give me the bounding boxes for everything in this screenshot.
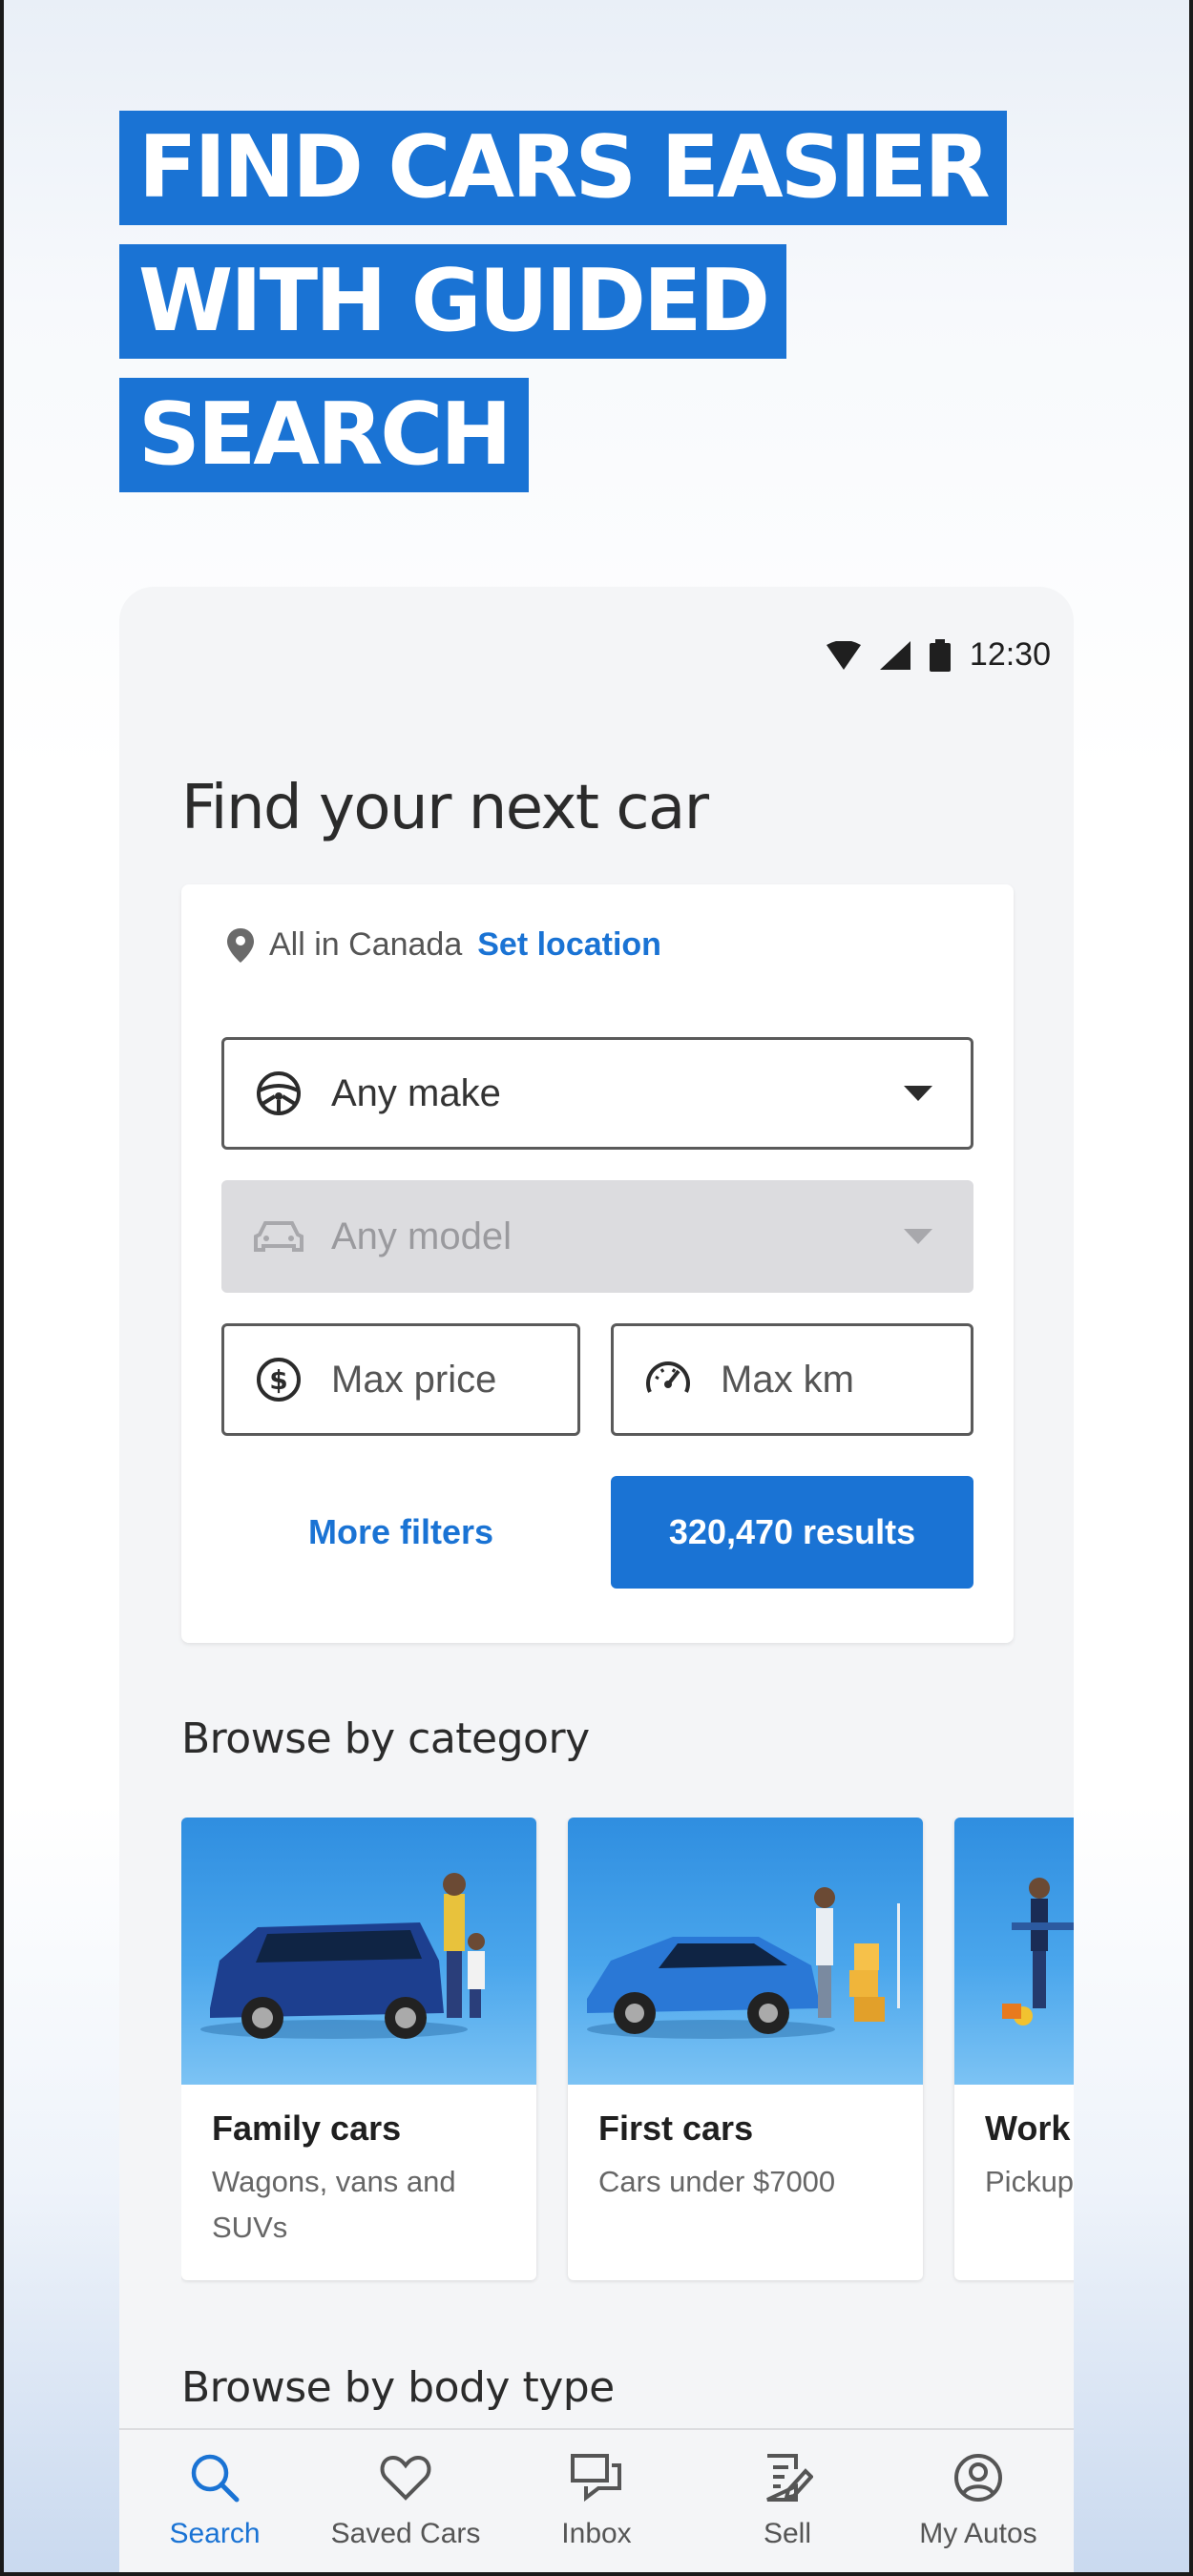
nav-label: Inbox [561,2518,632,2549]
nav-label: My Autos [919,2518,1037,2549]
max-price-field[interactable]: $ Max price [221,1323,580,1436]
edit-document-icon [759,2449,816,2506]
battery-icon [929,638,951,672]
location-text: All in Canada [269,926,463,963]
category-subtitle: Pickup [985,2165,1074,2198]
nav-my-autos[interactable]: My Autos [883,2430,1074,2576]
steering-wheel-icon [253,1068,304,1119]
dollar-icon: $ [253,1354,304,1405]
work-car-image [954,1818,1074,2085]
category-title: First cars [598,2109,754,2148]
category-card-family[interactable]: Family cars Wagons, vans and SUVs [181,1818,536,2280]
category-title: Work [985,2109,1071,2148]
make-value: Any make [331,1071,501,1114]
model-dropdown[interactable]: Any model [221,1180,973,1293]
nav-sell[interactable]: Sell [692,2430,883,2576]
category-subtitle: Cars under $7000 [598,2165,836,2198]
nav-inbox[interactable]: Inbox [501,2430,692,2576]
headline-line-1: FIND CARS EASIER [119,111,1007,225]
signal-icon [879,640,910,670]
browse-body-type-title: Browse by body type [181,2363,615,2412]
category-subtitle: Wagons, vans and SUVs [212,2165,456,2244]
nav-search[interactable]: Search [119,2430,310,2576]
svg-text:$: $ [269,1364,287,1396]
nav-label: Search [169,2518,261,2549]
headline-line-3: SEARCH [119,378,529,492]
wifi-icon [826,640,861,670]
max-price-placeholder: Max price [331,1358,497,1401]
max-km-field[interactable]: Max km [611,1323,973,1436]
nav-saved-cars[interactable]: Saved Cars [310,2430,501,2576]
browse-category-title: Browse by category [181,1714,590,1763]
category-card-first[interactable]: First cars Cars under $7000 [568,1818,923,2280]
make-dropdown[interactable]: Any make [221,1037,973,1150]
speedometer-icon [642,1354,694,1405]
more-filters-button[interactable]: More filters [221,1476,580,1589]
set-location-link[interactable]: Set location [477,926,661,964]
heart-icon [377,2449,434,2506]
family-car-image [181,1818,536,2085]
category-title: Family cars [212,2109,402,2148]
location-row: All in Canada Set location [227,926,661,964]
account-icon [950,2449,1007,2506]
chevron-down-icon [904,1086,932,1101]
chevron-down-icon [904,1229,932,1244]
max-km-placeholder: Max km [721,1358,854,1401]
category-card-work[interactable]: Work Pickup [954,1818,1074,2280]
promo-headline: FIND CARS EASIER WITH GUIDED SEARCH [119,111,1007,511]
nav-label: Saved Cars [330,2518,481,2549]
show-results-button[interactable]: 320,470 results [611,1476,973,1589]
status-bar: 12:30 [826,636,1051,674]
category-carousel[interactable]: Family cars Wagons, vans and SUVs First … [181,1818,1074,2285]
headline-line-2: WITH GUIDED [119,244,787,359]
first-car-image [568,1818,923,2085]
chat-icon [568,2449,625,2506]
page-title: Find your next car [181,773,709,843]
bottom-navigation: Search Saved Cars Inbox Sell My Autos [119,2428,1074,2576]
search-icon [186,2449,243,2506]
phone-screen: 12:30 Find your next car All in Canada S… [119,587,1074,2576]
nav-label: Sell [763,2518,812,2549]
status-time: 12:30 [969,636,1051,673]
car-icon [253,1211,304,1262]
location-pin-icon [227,927,254,963]
search-card: All in Canada Set location Any make Any … [181,884,1014,1643]
model-value: Any model [331,1215,512,1257]
